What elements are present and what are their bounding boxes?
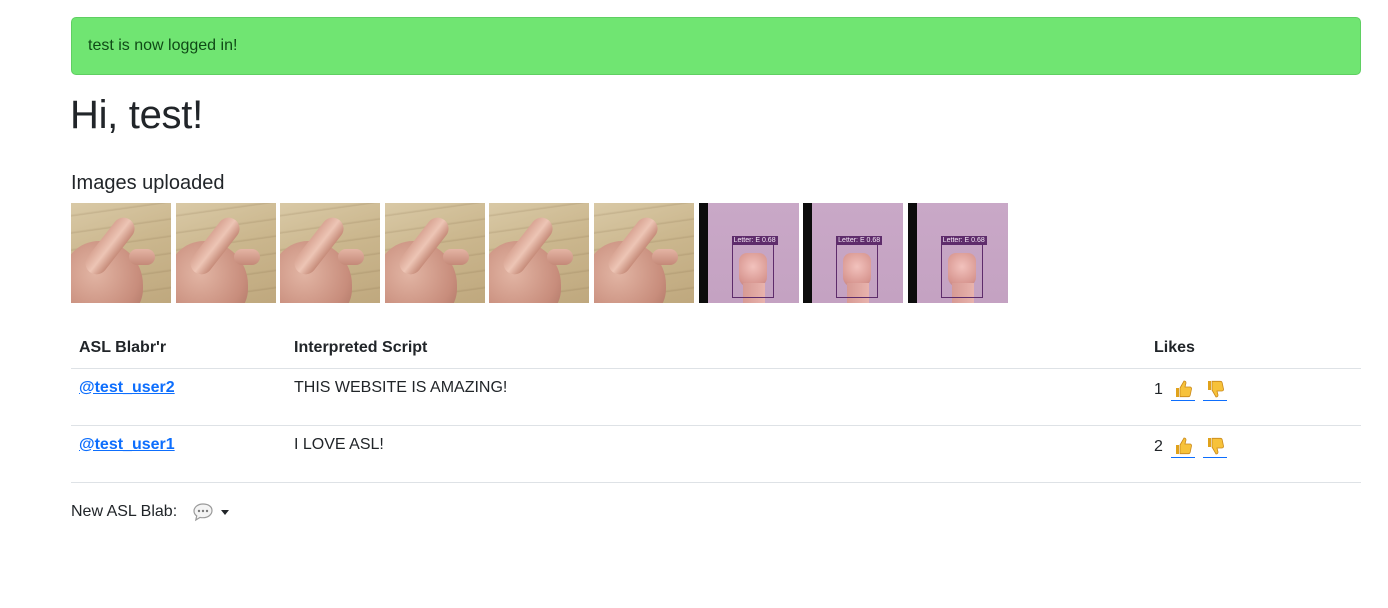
uploaded-image[interactable] [280, 203, 381, 303]
chevron-down-icon [221, 509, 230, 515]
user-link[interactable]: @test_user2 [79, 379, 175, 396]
image-gallery: Letter: E 0.68 Letter: E 0.68 Letter: E … [71, 203, 1008, 303]
uploaded-image[interactable]: Letter: E 0.68 [803, 203, 904, 303]
images-section-title: Images uploaded [71, 172, 225, 194]
new-blab-section: New ASL Blab: [71, 502, 230, 522]
thumbs-down-icon[interactable] [1202, 436, 1227, 458]
column-header-user: ASL Blabr'r [71, 328, 286, 369]
uploaded-image[interactable] [593, 203, 694, 303]
thumbs-down-icon[interactable] [1202, 379, 1227, 401]
like-count: 2 [1154, 437, 1163, 455]
uploaded-image[interactable] [489, 203, 590, 303]
column-header-likes: Likes [1146, 328, 1361, 369]
new-blab-label: New ASL Blab: [71, 503, 178, 520]
uploaded-image[interactable]: Letter: E 0.68 [698, 203, 799, 303]
user-link[interactable]: @test_user1 [79, 436, 175, 453]
detection-label: Letter: E 0.68 [940, 236, 987, 245]
uploaded-image[interactable]: Letter: E 0.68 [907, 203, 1008, 303]
page-title: Hi, test! [70, 93, 203, 137]
uploaded-image[interactable] [71, 203, 171, 303]
table-row: @test_user2 THIS WEBSITE IS AMAZING! 1 [71, 368, 1361, 426]
detection-label: Letter: E 0.68 [731, 236, 778, 245]
interpreted-script: I LOVE ASL! [286, 425, 1146, 483]
interpreted-script: THIS WEBSITE IS AMAZING! [286, 368, 1146, 426]
new-blab-dropdown[interactable] [192, 502, 230, 522]
uploaded-image[interactable] [384, 203, 485, 303]
thumbs-up-icon[interactable] [1170, 379, 1195, 401]
thumbs-up-icon[interactable] [1170, 436, 1195, 458]
alert-message: test is now logged in! [88, 37, 238, 54]
table-row: @test_user1 I LOVE ASL! 2 [71, 425, 1361, 483]
table-header-row: ASL Blabr'r Interpreted Script Likes [71, 328, 1361, 369]
like-count: 1 [1154, 380, 1163, 398]
uploaded-image[interactable] [175, 203, 276, 303]
blab-table: ASL Blabr'r Interpreted Script Likes @te… [71, 328, 1361, 483]
login-alert: test is now logged in! [71, 17, 1361, 75]
detection-label: Letter: E 0.68 [836, 236, 883, 245]
column-header-script: Interpreted Script [286, 328, 1146, 369]
speech-bubble-icon [193, 503, 213, 522]
